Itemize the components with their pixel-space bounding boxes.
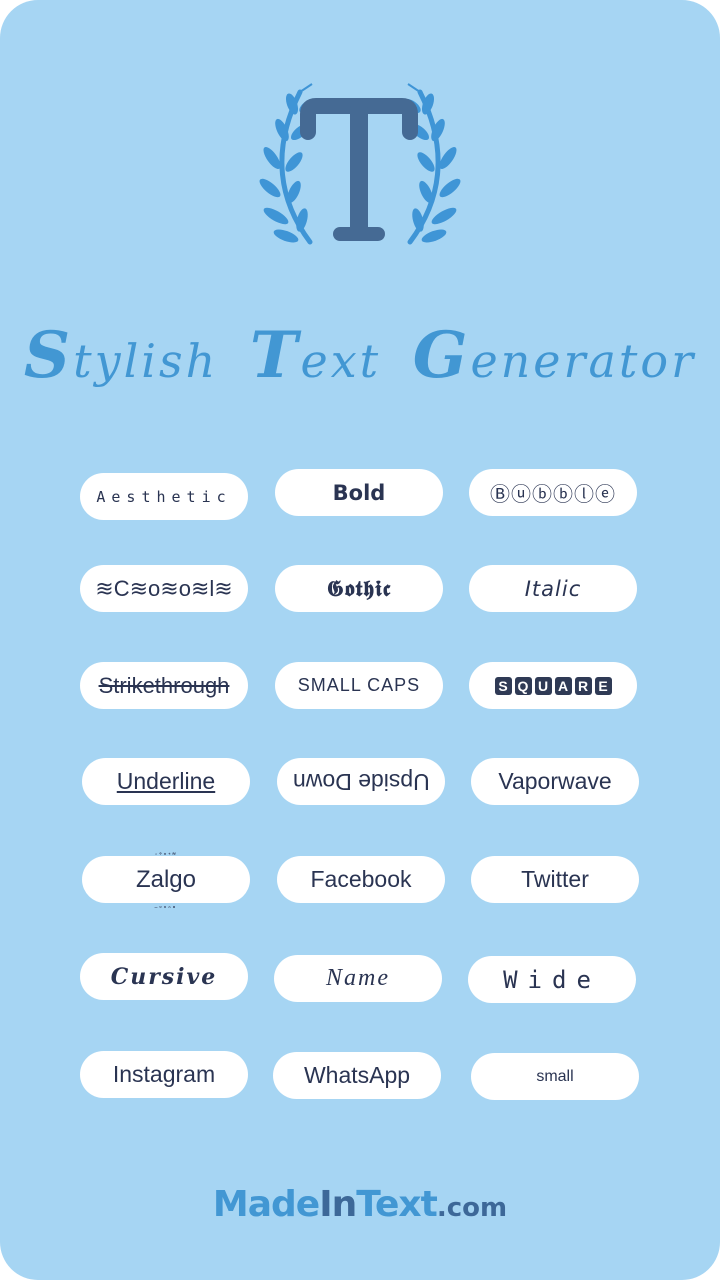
wavy-button[interactable]: ≋C≋o≋o≋l≋ (80, 565, 248, 612)
app-screen: Stylish Text Generator Aesthetic Bold Ⓑⓤ… (0, 0, 720, 1280)
zalgo-button[interactable]: ͗ ͒ ̽ ͛ ͌ Zalgo ̤ ̼ ͓ ̯ ̻ (82, 852, 250, 908)
vaporwave-button[interactable]: Vaporwave (471, 758, 639, 805)
title-word-3: Generator (412, 318, 697, 393)
square-button[interactable]: S Q U A R E (469, 662, 637, 709)
instagram-button[interactable]: Instagram (80, 1051, 248, 1098)
page-title: Stylish Text Generator (0, 318, 720, 393)
gothic-button[interactable]: 𝕲𝖔𝖙𝖍𝖎𝖈 (275, 565, 443, 612)
zalgo-marks-bottom: ̤ ̼ ͓ ̯ ̻ (155, 897, 176, 908)
cursive-button[interactable]: Cursive (80, 953, 248, 1000)
small-button[interactable]: small (471, 1053, 639, 1100)
bubble-button[interactable]: Ⓑⓤⓑⓑⓛⓔ (469, 469, 637, 516)
upside-down-button[interactable]: Upside Down (277, 758, 445, 805)
zalgo-marks-top: ͗ ͒ ̽ ͛ ͌ (155, 851, 176, 862)
small-caps-button[interactable]: SMALL CAPS (275, 662, 443, 709)
italic-button[interactable]: Italic (469, 565, 637, 612)
twitter-button[interactable]: Twitter (471, 856, 639, 903)
title-word-1: Stylish (23, 318, 219, 393)
logo-icon (259, 83, 461, 245)
site-brand: MadeInText.com (212, 1184, 508, 1225)
letter-t-icon (300, 98, 418, 241)
whatsapp-button[interactable]: WhatsApp (273, 1052, 441, 1099)
bold-button[interactable]: Bold (275, 469, 443, 516)
facebook-button[interactable]: Facebook (277, 856, 445, 903)
aesthetic-button[interactable]: Aesthetic (80, 473, 248, 520)
title-word-2: Text (249, 318, 382, 393)
wide-button[interactable]: Wide (468, 956, 636, 1003)
name-button[interactable]: Name (274, 955, 442, 1002)
strikethrough-button[interactable]: Strikethrough (80, 662, 248, 709)
underline-button[interactable]: Underline (82, 758, 250, 805)
